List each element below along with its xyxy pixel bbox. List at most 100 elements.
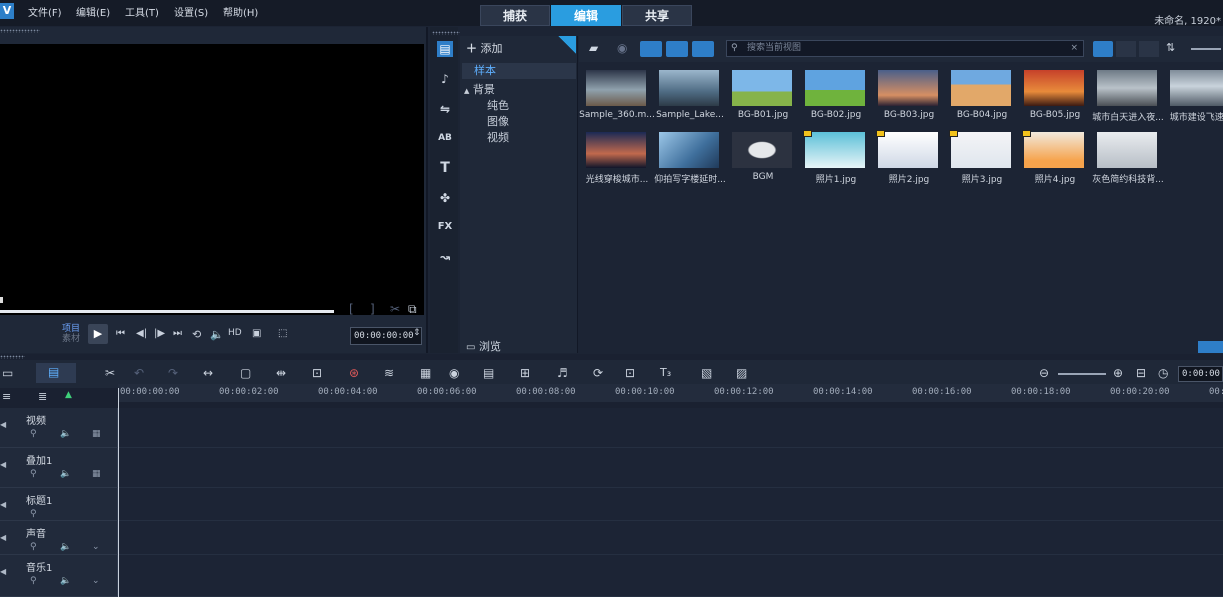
track-lane[interactable] — [119, 555, 1223, 597]
volume-icon[interactable]: 🔈 — [60, 542, 71, 552]
motion-tracking-icon[interactable]: ◉ — [449, 366, 459, 380]
record-voice-icon[interactable]: ⊛ — [349, 366, 359, 380]
motion-path-icon[interactable]: ↝ — [437, 249, 453, 265]
scrubber-handle[interactable] — [0, 297, 3, 303]
media-thumbnail[interactable]: 仰拍写字楼延时... — [654, 130, 726, 190]
media-thumbnail[interactable]: BG-B01.jpg — [727, 68, 797, 128]
link-icon[interactable]: ⚲ — [30, 429, 37, 439]
menu-edit[interactable]: 编辑(E) — [76, 4, 110, 19]
timeline-ruler[interactable]: 00:00:00:00 00:00:02:00 00:00:04:00 00:00:0… — [118, 384, 1223, 402]
track-toggle-icon[interactable]: ◀ — [0, 500, 6, 509]
chevron-down-icon[interactable]: ⌄ — [92, 576, 100, 586]
toolbox-icon[interactable]: ✂ — [105, 366, 115, 380]
text-3d-icon[interactable]: T₃ — [660, 366, 671, 379]
audio-mixer-icon[interactable]: ≋ — [384, 366, 394, 380]
repeat-icon[interactable]: ⟲ — [192, 328, 201, 341]
color-grading-icon[interactable]: ▨ — [736, 366, 747, 380]
fit-project-icon[interactable]: ↔ — [203, 366, 213, 380]
split-screen-icon[interactable]: ⊞ — [520, 366, 530, 380]
tab-share[interactable]: 共享 — [622, 5, 692, 26]
record-icon[interactable]: ◉ — [617, 41, 627, 55]
mark-out-icon[interactable]: ] — [370, 302, 375, 316]
thumb-size-slider[interactable] — [1191, 48, 1221, 50]
track-lane[interactable] — [119, 488, 1223, 521]
subtitle-icon[interactable]: ▤ — [483, 366, 494, 380]
track-manager-icon[interactable]: ≡ — [2, 390, 11, 403]
grid-icon[interactable]: ▦ — [92, 429, 101, 439]
zoom-slider[interactable] — [1058, 373, 1106, 375]
view-thumbnail-button[interactable] — [1093, 41, 1113, 57]
track-toggle-icon[interactable]: ◀ — [0, 533, 6, 542]
zoom-in-icon[interactable]: ⊕ — [1113, 366, 1123, 380]
media-thumbnail[interactable]: BG-B02.jpg — [800, 68, 870, 128]
media-thumbnail[interactable]: 城市建设飞速... — [1165, 68, 1223, 128]
menu-file[interactable]: 文件(F) — [28, 4, 62, 19]
grid-icon[interactable]: ▦ — [92, 469, 101, 479]
scrub-bar[interactable] — [0, 310, 334, 313]
timecode-stepper-icon[interactable]: ⇕ — [413, 328, 421, 338]
library-grip[interactable] — [432, 31, 460, 35]
enlarge-preview-icon[interactable]: ⧉ — [408, 302, 417, 317]
track-toggle-icon[interactable]: ◀ — [0, 420, 6, 429]
go-end-icon[interactable]: ⏭ — [173, 328, 182, 339]
chevron-down-icon[interactable]: ⌄ — [92, 542, 100, 552]
tree-item-solid-color[interactable]: 纯色 — [487, 97, 509, 113]
search-input[interactable]: ⚲ 搜索当前视图 × — [726, 40, 1084, 57]
media-thumbnail[interactable]: Sample_Lake... — [654, 68, 724, 128]
timeline-view-button[interactable]: ▤ — [36, 363, 76, 383]
auto-music-icon[interactable]: ♬ — [557, 366, 568, 380]
clock-icon[interactable]: ◷ — [1158, 366, 1168, 380]
tree-item-image[interactable]: 图像 — [487, 113, 509, 129]
prev-frame-icon[interactable]: ◀| — [136, 328, 147, 339]
snapshot-icon[interactable]: ▢ — [240, 366, 251, 380]
fit-timeline-icon[interactable]: ⊟ — [1136, 366, 1146, 380]
title-ab-icon[interactable]: AB — [437, 130, 453, 146]
crop-icon[interactable]: ⬚ — [278, 328, 287, 339]
media-thumbnail[interactable]: 照片2.jpg — [873, 130, 943, 190]
menu-tools[interactable]: 工具(T) — [125, 4, 159, 19]
instant-project-icon[interactable]: ♪ — [437, 71, 453, 87]
media-thumbnail[interactable]: 灰色简约科技背... — [1092, 130, 1164, 190]
volume-icon[interactable]: 🔈 — [210, 328, 224, 341]
media-thumbnail[interactable]: BG-B03.jpg — [873, 68, 943, 128]
tree-item-background[interactable]: ▲ 背景 — [464, 81, 495, 97]
view-grid-button[interactable] — [1139, 41, 1159, 57]
link-icon[interactable]: ⚲ — [30, 576, 37, 586]
filter-audio-button[interactable] — [692, 41, 714, 57]
play-button[interactable]: ▶ — [88, 324, 108, 344]
add-marker-icon[interactable]: ▲ — [65, 390, 72, 400]
multi-cam-icon[interactable]: ▦ — [420, 366, 431, 380]
track-lane[interactable] — [119, 408, 1223, 448]
media-thumbnail[interactable]: 照片3.jpg — [946, 130, 1016, 190]
track-header[interactable]: ◀ 叠加1 ⚲ 🔈 ▦ — [0, 448, 118, 488]
view-list-button[interactable] — [1116, 41, 1136, 57]
media-thumbnail[interactable]: 照片1.jpg — [800, 130, 870, 190]
chapter-icon[interactable]: ≣ — [38, 390, 47, 403]
tab-edit[interactable]: 编辑 — [551, 5, 621, 26]
clear-search-icon[interactable]: × — [1070, 41, 1078, 56]
track-toggle-icon[interactable]: ◀ — [0, 567, 6, 576]
split-clip-icon[interactable]: ✂ — [390, 302, 400, 316]
menu-help[interactable]: 帮助(H) — [223, 4, 258, 19]
media-thumbnail[interactable]: BG-B04.jpg — [946, 68, 1016, 128]
tree-item-video[interactable]: 视频 — [487, 129, 509, 145]
ripple-edit-icon[interactable]: ⇹ — [276, 366, 286, 380]
volume-icon[interactable]: 🔈 — [60, 576, 71, 586]
text-icon[interactable]: T — [437, 160, 453, 176]
zoom-out-icon[interactable]: ⊖ — [1039, 366, 1049, 380]
link-icon[interactable]: ⚲ — [30, 469, 37, 479]
track-header[interactable]: ◀ 标题1 ⚲ — [0, 488, 118, 521]
import-media-icon[interactable]: ▰ — [589, 41, 598, 55]
link-icon[interactable]: ⚲ — [30, 509, 37, 519]
aspect-ratio-icon[interactable]: ▣ — [252, 328, 261, 339]
storyboard-view-icon[interactable]: ▭ — [2, 366, 13, 380]
add-folder-button[interactable]: ＋ 添加 — [466, 40, 503, 56]
panel-grip[interactable] — [0, 29, 40, 33]
speed-icon[interactable]: ⟳ — [593, 366, 603, 380]
track-lane[interactable] — [119, 521, 1223, 555]
preview-screen[interactable] — [0, 44, 424, 315]
browse-button[interactable]: ▭ 浏览 — [466, 338, 501, 354]
graphics-icon[interactable]: ✤ — [437, 190, 453, 206]
timeline-grip[interactable] — [0, 355, 25, 359]
project-clip-switch[interactable]: 项目 素材 — [62, 324, 80, 344]
